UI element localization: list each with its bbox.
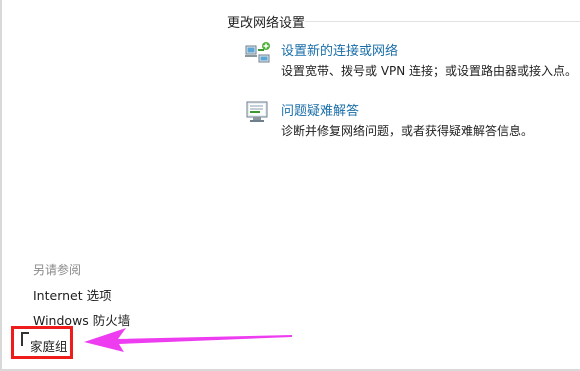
section-divider xyxy=(305,21,580,22)
internet-options-link[interactable]: Internet 选项 xyxy=(33,285,112,304)
homegroup-link[interactable]: 家庭组 xyxy=(30,336,68,355)
network-setup-icon xyxy=(244,40,272,64)
setup-connection-link[interactable]: 设置新的连接或网络 xyxy=(281,40,398,59)
task-troubleshoot[interactable]: 问题疑难解答 诊断并修复网络问题，或者获得疑难解答信息。 xyxy=(244,100,580,140)
left-border xyxy=(0,0,2,371)
troubleshoot-icon xyxy=(244,100,272,124)
see-also-heading: 另请参阅 xyxy=(33,263,82,277)
task-setup-connection[interactable]: 设置新的连接或网络 设置宽带、拨号或 VPN 连接；或设置路由器或接入点。 xyxy=(244,40,580,80)
cursor-mark xyxy=(21,332,29,346)
troubleshoot-link[interactable]: 问题疑难解答 xyxy=(281,100,359,119)
change-network-settings-heading: 更改网络设置 xyxy=(227,16,306,31)
pointer-arrow xyxy=(84,326,294,356)
troubleshoot-description: 诊断并修复网络问题，或者获得疑难解答信息。 xyxy=(281,124,534,138)
setup-connection-description: 设置宽带、拨号或 VPN 连接；或设置路由器或接入点。 xyxy=(281,64,578,78)
